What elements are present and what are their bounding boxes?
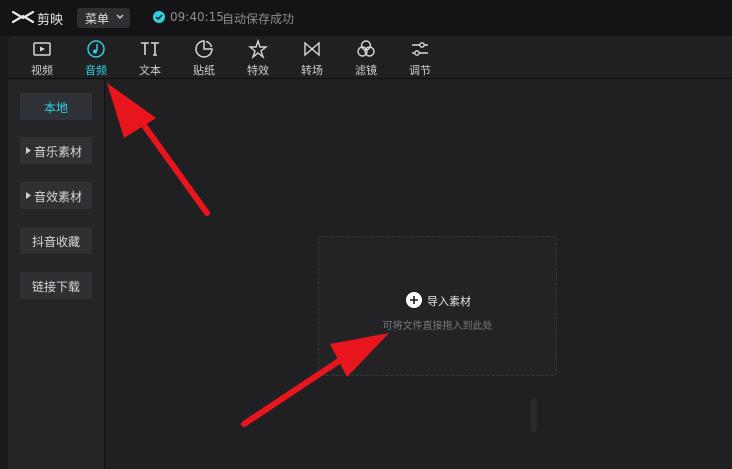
app-name: 剪映 xyxy=(37,13,64,28)
tab-video[interactable]: 视频 xyxy=(16,36,68,79)
tab-sticker[interactable]: 贴纸 xyxy=(178,36,230,79)
sidebar-item-label: 抖音收藏 xyxy=(31,235,80,249)
plus-icon[interactable] xyxy=(406,292,422,308)
sidebar-item-local[interactable]: 本地 xyxy=(20,93,92,120)
chevron-down-icon xyxy=(116,14,124,19)
tab-label: 滤镜 xyxy=(355,64,377,77)
tab-transition[interactable]: 转场 xyxy=(286,36,338,79)
tab-bar: 视频 音频 文本 贴纸 特效 转场 滤镜 调节 xyxy=(8,36,732,79)
audio-icon xyxy=(87,40,105,58)
caret-right-icon xyxy=(26,192,31,199)
transition-icon xyxy=(304,41,320,57)
sidebar-item-sound-effects[interactable]: 音效素材 xyxy=(20,182,92,209)
tab-label: 调节 xyxy=(409,64,431,77)
sidebar-item-link-download[interactable]: 链接下载 xyxy=(20,272,92,299)
scrollbar-thumb[interactable] xyxy=(531,398,537,432)
title-bar: 剪映 菜单 09:40:15 自动保存成功 xyxy=(0,0,732,36)
drop-hint: 可将文件直接拖入到此处 xyxy=(382,321,493,332)
sticker-icon xyxy=(195,40,213,58)
text-icon xyxy=(141,42,159,56)
tab-filter[interactable]: 滤镜 xyxy=(340,36,392,79)
sidebar-item-douyin-favorites[interactable]: 抖音收藏 xyxy=(20,227,92,254)
filter-icon xyxy=(357,40,375,57)
tab-label: 贴纸 xyxy=(193,64,215,77)
tab-effects[interactable]: 特效 xyxy=(232,36,284,79)
tab-label: 特效 xyxy=(247,64,269,77)
sidebar-item-label: 本地 xyxy=(43,101,68,115)
caret-right-icon xyxy=(26,147,31,154)
save-check-icon xyxy=(153,11,165,23)
tab-text[interactable]: 文本 xyxy=(124,36,176,79)
menu-button-label: 菜单 xyxy=(85,12,110,26)
import-label[interactable]: 导入素材 xyxy=(427,293,471,309)
sidebar: 本地 音乐素材 音效素材 抖音收藏 链接下载 xyxy=(8,80,105,469)
tab-label: 音频 xyxy=(85,64,107,77)
video-icon xyxy=(33,42,51,56)
capcut-logo-icon xyxy=(11,10,35,24)
sidebar-item-label: 音效素材 xyxy=(34,190,83,204)
tab-adjust[interactable]: 调节 xyxy=(394,36,446,79)
save-status: 自动保存成功 xyxy=(222,12,295,26)
effects-icon xyxy=(248,39,268,59)
tab-audio[interactable]: 音频 xyxy=(70,36,122,79)
sidebar-item-music[interactable]: 音乐素材 xyxy=(20,137,92,164)
sidebar-item-label: 音乐素材 xyxy=(34,145,83,159)
menu-button[interactable]: 菜单 xyxy=(77,8,130,28)
adjust-icon xyxy=(412,42,428,56)
save-time: 09:40:15 xyxy=(170,10,224,24)
tab-label: 视频 xyxy=(31,64,53,77)
tab-label: 转场 xyxy=(301,64,323,77)
sidebar-item-label: 链接下载 xyxy=(31,280,80,294)
tab-label: 文本 xyxy=(139,64,161,77)
